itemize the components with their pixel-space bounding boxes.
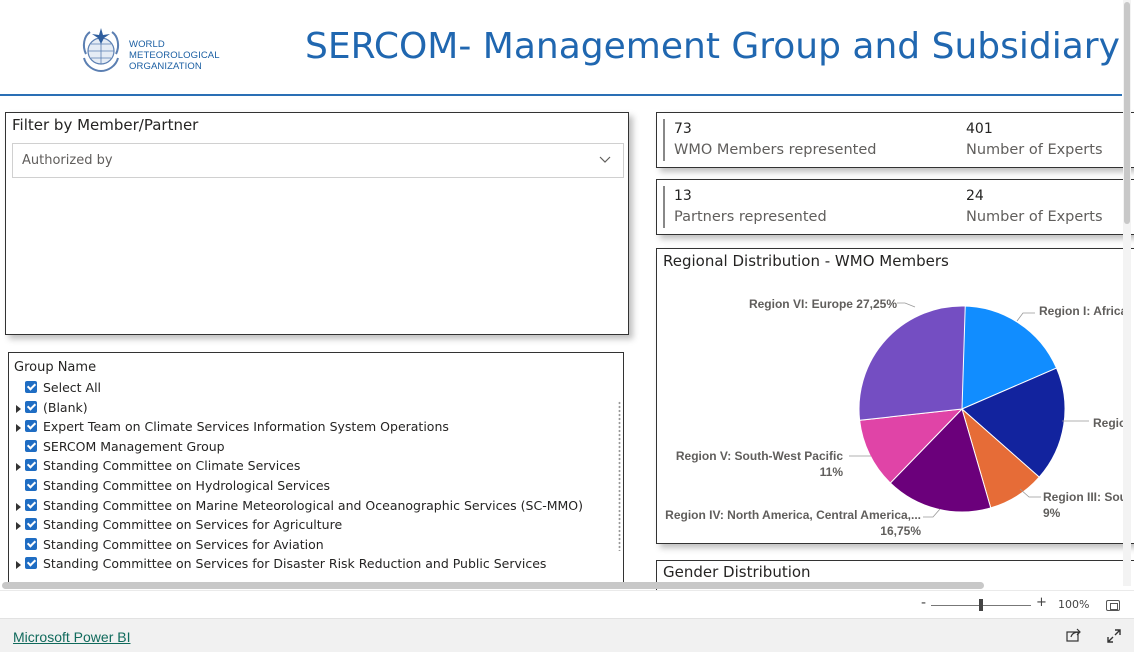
- slicer-item[interactable]: Standing Committee on Climate Services: [9, 457, 609, 477]
- horizontal-scroll-thumb[interactable]: [2, 582, 984, 589]
- gender-title: Gender Distribution: [663, 563, 811, 581]
- expand-arrow-icon[interactable]: [16, 502, 21, 511]
- checkbox-checked-icon[interactable]: [25, 537, 37, 550]
- title-clip: SERCOM- Management Group and Subsidiary …: [0, 0, 1122, 94]
- slicer-item[interactable]: Standing Committee on Services for Aviat…: [9, 536, 609, 556]
- label-region-5: Region V: South-West Pacific: [676, 449, 843, 463]
- checkbox-checked-icon[interactable]: [25, 479, 37, 491]
- slicer-item-label: Select All: [43, 380, 102, 395]
- partners-kpi-card: 13 Partners represented 24 Number of Exp…: [656, 179, 1134, 235]
- header-divider: [0, 94, 1122, 96]
- pie-slices: [858, 305, 1066, 513]
- expand-arrow-icon[interactable]: [16, 424, 21, 433]
- pie-slice-6[interactable]: [858, 305, 966, 421]
- zoom-in-button[interactable]: +: [1036, 595, 1047, 610]
- checkbox-checked-icon[interactable]: [25, 518, 37, 531]
- slicer-item[interactable]: Standing Committee on Services for Agric…: [9, 516, 609, 536]
- expand-arrow-icon[interactable]: [16, 561, 21, 570]
- slicer-item-label: Standing Committee on Services for Aviat…: [43, 536, 324, 552]
- slicer-header: Group Name: [14, 360, 97, 375]
- checkbox-checked-icon[interactable]: [25, 381, 37, 393]
- label-region-3: Region III: Sou: [1043, 490, 1127, 504]
- slicer-scroll-grip[interactable]: [618, 401, 621, 551]
- fullscreen-icon[interactable]: [1106, 628, 1122, 644]
- label-region-5-pct: 11%: [820, 465, 844, 479]
- label-region-4: Region IV: North America, Central Americ…: [665, 508, 921, 522]
- slicer-item-label: Standing Committee on Climate Services: [43, 458, 301, 474]
- label-region-4-pct: 16,75%: [880, 524, 921, 538]
- vertical-scroll-thumb[interactable]: [1124, 2, 1130, 224]
- slicer-item-label: Standing Committee on Hydrological Servi…: [43, 478, 331, 493]
- report-header: WORLD METEOROLOGICAL ORGANIZATION SERCOM…: [0, 0, 1134, 96]
- zoom-level: 100%: [1058, 598, 1090, 611]
- powerbi-link[interactable]: Microsoft Power BI: [13, 629, 130, 645]
- kpi-accent-bar: [663, 186, 665, 228]
- checkbox-checked-icon[interactable]: [25, 498, 37, 511]
- dropdown-value: Authorized by: [22, 153, 113, 168]
- fit-to-page-icon[interactable]: [1106, 600, 1120, 611]
- member-experts-count: 401: [966, 121, 993, 137]
- slicer-item-label: Standing Committee on Services for Agric…: [43, 517, 343, 533]
- members-label: WMO Members represented: [674, 142, 877, 158]
- expand-arrow-icon[interactable]: [16, 522, 21, 531]
- partner-experts-count: 24: [966, 188, 984, 204]
- kpi-accent-bar: [663, 119, 665, 161]
- slicer-item[interactable]: Standing Committee on Services for Disas…: [9, 555, 609, 575]
- slicer-item-label: Expert Team on Climate Services Informat…: [43, 419, 449, 435]
- slicer-item-label: Standing Committee on Services for Disas…: [43, 556, 547, 572]
- slicer-item[interactable]: SERCOM Management Group: [9, 438, 609, 458]
- zoom-slider-thumb[interactable]: [979, 599, 983, 611]
- share-icon[interactable]: [1066, 628, 1082, 642]
- filter-title: Filter by Member/Partner: [12, 116, 199, 134]
- page-title: SERCOM- Management Group and Subsidiary …: [305, 26, 1122, 67]
- zoom-out-button[interactable]: -: [921, 595, 926, 611]
- label-region-6: Region VI: Europe 27,25%: [749, 297, 897, 311]
- partners-label: Partners represented: [674, 209, 827, 225]
- powerbi-report: WORLD METEOROLOGICAL ORGANIZATION SERCOM…: [0, 0, 1134, 652]
- vertical-scrollbar[interactable]: [1123, 0, 1131, 586]
- regional-pie-chart: Region I: Africa Regio Region III: Sou 9…: [665, 297, 1128, 538]
- slicer-item[interactable]: Expert Team on Climate Services Informat…: [9, 418, 609, 438]
- checkbox-checked-icon[interactable]: [25, 439, 37, 452]
- partner-experts-label: Number of Experts: [966, 209, 1103, 225]
- slicer-item-label: SERCOM Management Group: [43, 438, 225, 454]
- checkbox-checked-icon[interactable]: [25, 420, 37, 433]
- checkbox-checked-icon[interactable]: [25, 557, 37, 570]
- checkbox-checked-icon[interactable]: [25, 459, 37, 472]
- expand-arrow-icon[interactable]: [16, 404, 21, 413]
- regional-distribution-card: Regional Distribution - WMO Members Regi…: [656, 248, 1134, 544]
- member-partner-filter: Filter by Member/Partner Authorized by: [5, 112, 629, 335]
- chevron-down-icon: [599, 156, 611, 163]
- members-count: 73: [674, 121, 692, 137]
- members-kpi-card: 73 WMO Members represented 401 Number of…: [656, 112, 1134, 168]
- partners-count: 13: [674, 188, 692, 204]
- label-region-2: Regio: [1093, 416, 1126, 430]
- slicer-item[interactable]: Standing Committee on Marine Meteorologi…: [9, 497, 609, 517]
- slicer-item[interactable]: (Blank): [9, 399, 609, 419]
- checkbox-checked-icon[interactable]: [25, 400, 37, 413]
- slicer-item[interactable]: Select All: [9, 379, 609, 399]
- label-region-3-pct: 9%: [1043, 506, 1061, 520]
- powerbi-footer: Microsoft Power BI: [0, 618, 1134, 652]
- slicer-item-label: Standing Committee on Marine Meteorologi…: [43, 497, 583, 513]
- group-name-slicer: Group Name Select All (Blank) Expert Team …: [8, 352, 624, 584]
- zoom-bar: - + 100%: [0, 590, 1134, 618]
- member-experts-label: Number of Experts: [966, 142, 1103, 158]
- label-region-1: Region I: Africa: [1039, 304, 1128, 318]
- horizontal-scrollbar[interactable]: [0, 580, 1122, 590]
- slicer-item[interactable]: Standing Committee on Hydrological Servi…: [9, 477, 609, 497]
- authorized-by-dropdown[interactable]: Authorized by: [12, 143, 624, 178]
- expand-arrow-icon[interactable]: [16, 463, 21, 472]
- slicer-item-label: (Blank): [43, 399, 88, 415]
